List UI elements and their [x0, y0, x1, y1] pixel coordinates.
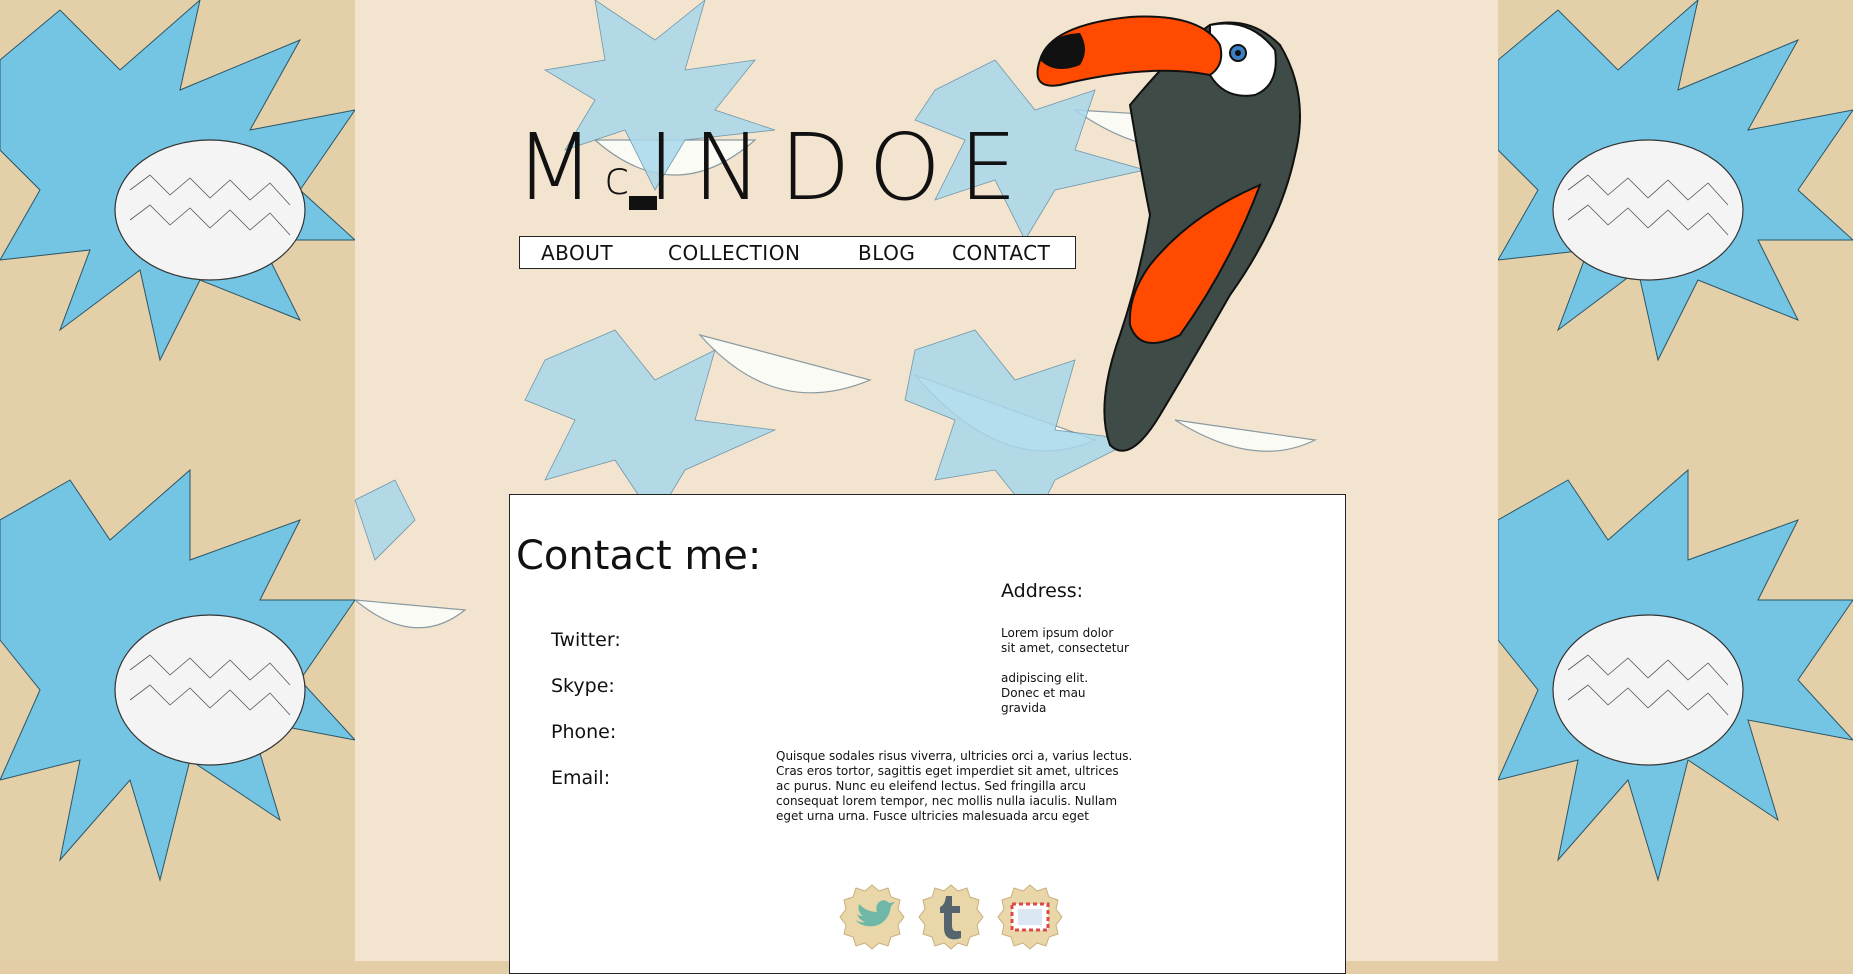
nav-about[interactable]: ABOUT	[541, 241, 613, 265]
tumblr-link[interactable]	[918, 884, 984, 950]
contact-paragraph: Quisque sodales risus viverra, ultricies…	[776, 749, 1133, 823]
mail-link[interactable]	[997, 884, 1063, 950]
email-label: Email:	[551, 767, 611, 789]
twitter-label: Twitter:	[551, 629, 621, 651]
logo-underbar	[629, 196, 657, 210]
mail-icon	[997, 884, 1063, 950]
address-text-2: adipiscing elit. Donec et mau gravida	[1001, 671, 1089, 715]
skype-label: Skype:	[551, 675, 615, 697]
pineapple-pattern-right	[1498, 0, 1853, 882]
twitter-icon	[839, 884, 905, 950]
nav-contact[interactable]: CONTACT	[952, 241, 1050, 265]
tumblr-icon	[918, 884, 984, 950]
toucan-illustration	[1036, 15, 1301, 452]
nav-collection[interactable]: COLLECTION	[668, 241, 800, 265]
phone-label: Phone:	[551, 721, 617, 743]
left-pattern-panel	[0, 0, 355, 961]
pineapple-pattern-left	[0, 0, 355, 882]
address-text-1: Lorem ipsum dolor sit amet, consectetur	[1001, 626, 1129, 655]
right-pattern-panel	[1498, 0, 1853, 961]
nav-blog[interactable]: BLOG	[858, 241, 915, 265]
address-label: Address:	[1001, 580, 1084, 602]
page-title: Contact me:	[516, 533, 762, 579]
twitter-link[interactable]	[839, 884, 905, 950]
logo-m: M	[515, 114, 613, 221]
brand-logo[interactable]: Mc INDOE	[515, 118, 1035, 218]
main-nav: ABOUT COLLECTION BLOG CONTACT	[519, 236, 1076, 269]
logo-rest: INDOE	[647, 114, 1036, 221]
